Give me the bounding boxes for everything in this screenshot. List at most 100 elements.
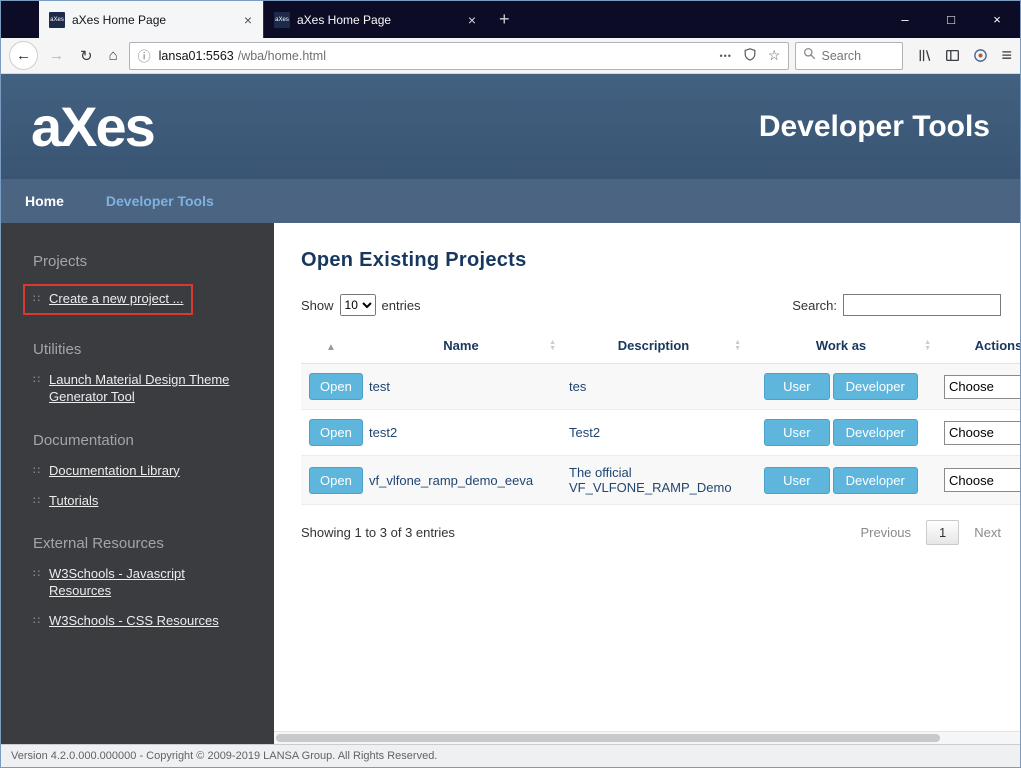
app-header: aXes Developer Tools <box>1 74 1020 179</box>
work-as-developer-button[interactable]: Developer <box>833 467 918 494</box>
table-row: Open test2 Test2 UserDeveloper Choose <box>301 410 1020 456</box>
sort-icons: ▲▼ <box>549 340 556 352</box>
table-controls: Show 10 entries Search: <box>301 294 1001 316</box>
sidebar-item-tutorials[interactable]: ∷ Tutorials <box>33 493 98 510</box>
next-page-button[interactable]: Next <box>974 525 1001 540</box>
grip-dots-icon: ∷ <box>33 566 40 582</box>
axes-logo: aXes <box>31 94 154 159</box>
sidebar-item-create-project[interactable]: ∷ Create a new project ... <box>23 284 193 315</box>
sidebars-icon[interactable] <box>945 48 960 63</box>
home-button[interactable]: ⌂ <box>104 47 123 64</box>
column-label: Description <box>618 338 690 353</box>
column-label: Actions <box>975 338 1020 353</box>
browser-tab-active[interactable]: aXes aXes Home Page × <box>39 1 263 38</box>
pagination: Previous 1 Next <box>860 520 1001 545</box>
project-name-cell: test2 <box>361 410 561 456</box>
menu-icon[interactable]: ≡ <box>1001 45 1012 66</box>
sidebar-link[interactable]: Launch Material Design Theme Generator T… <box>49 372 234 406</box>
scrollbar-thumb[interactable] <box>276 734 940 742</box>
previous-page-button[interactable]: Previous <box>860 525 911 540</box>
sidebar-item-w3schools-css[interactable]: ∷ W3Schools - CSS Resources <box>33 613 219 630</box>
open-button[interactable]: Open <box>309 467 363 494</box>
back-icon: ← <box>16 47 31 64</box>
sort-icons: ▲▼ <box>734 340 741 352</box>
url-bar[interactable]: ⓘ lansa01:5563/wba/home.html ••• ☆ <box>129 42 790 70</box>
browser-tab-inactive[interactable]: aXes aXes Home Page × <box>263 1 487 38</box>
column-label: Work as <box>816 338 866 353</box>
sidebar-link[interactable]: W3Schools - CSS Resources <box>49 613 219 630</box>
column-header-name[interactable]: Name ▲▼ <box>361 328 561 364</box>
extension-icon[interactable] <box>973 48 988 63</box>
grip-dots-icon: ∷ <box>33 493 40 509</box>
sidebar-link[interactable]: Tutorials <box>49 493 98 510</box>
actions-select[interactable]: Choose <box>944 468 1020 492</box>
browser-window: aXes aXes Home Page × aXes aXes Home Pag… <box>0 0 1021 768</box>
column-header-description[interactable]: Description ▲▼ <box>561 328 746 364</box>
library-icon[interactable] <box>917 48 932 63</box>
page-body: Projects ∷ Create a new project ... Util… <box>1 223 1020 744</box>
window-controls: – □ × <box>882 1 1020 38</box>
work-as-user-button[interactable]: User <box>764 467 829 494</box>
column-header-work-as[interactable]: Work as ▲▼ <box>746 328 936 364</box>
close-button[interactable]: × <box>974 1 1020 38</box>
search-box[interactable] <box>795 42 903 70</box>
horizontal-scrollbar[interactable] <box>274 731 1020 744</box>
entries-label: entries <box>382 298 421 313</box>
sidebar-link[interactable]: W3Schools - Javascript Resources <box>49 566 234 600</box>
page-actions-icon[interactable]: ••• <box>719 51 731 61</box>
minimize-button[interactable]: – <box>882 1 928 38</box>
sidebar-item-w3schools-js[interactable]: ∷ W3Schools - Javascript Resources <box>33 566 234 600</box>
sidebar-link[interactable]: Documentation Library <box>49 463 180 480</box>
column-label: Name <box>443 338 478 353</box>
project-name-cell: test <box>361 364 561 410</box>
page-actions: ••• ☆ <box>719 47 780 65</box>
title-bar: aXes aXes Home Page × aXes aXes Home Pag… <box>1 1 1020 38</box>
nav-item-home[interactable]: Home <box>25 193 64 209</box>
actions-select[interactable]: Choose <box>944 375 1020 399</box>
table-search-input[interactable] <box>843 294 1001 316</box>
grip-dots-icon: ∷ <box>33 372 40 388</box>
sidebar-section-projects: Projects ∷ Create a new project ... <box>33 253 256 315</box>
new-tab-button[interactable]: + <box>487 5 522 34</box>
open-button[interactable]: Open <box>309 419 363 446</box>
page-size-select[interactable]: 10 <box>340 294 376 316</box>
app-navbar: Home Developer Tools <box>1 179 1020 223</box>
bookmark-star-icon[interactable]: ☆ <box>768 47 781 64</box>
sidebar-link[interactable]: Create a new project ... <box>49 291 183 308</box>
table-search-control: Search: <box>792 294 1001 316</box>
sidebar-section-external-resources: External Resources ∷ W3Schools - Javascr… <box>33 535 256 630</box>
open-button[interactable]: Open <box>309 373 363 400</box>
site-info-icon[interactable]: ⓘ <box>138 46 151 65</box>
nav-item-developer-tools[interactable]: Developer Tools <box>106 193 214 209</box>
actions-select[interactable]: Choose <box>944 421 1020 445</box>
work-as-developer-button[interactable]: Developer <box>833 373 918 400</box>
work-as-developer-button[interactable]: Developer <box>833 419 918 446</box>
table-header-row: ▲ Name ▲▼ Description ▲▼ Work as ▲▼ Acti… <box>301 328 1020 364</box>
sidebar-section-utilities: Utilities ∷ Launch Material Design Theme… <box>33 341 256 406</box>
tab-close-icon[interactable]: × <box>241 12 255 28</box>
section-heading: Documentation <box>33 432 256 449</box>
maximize-button[interactable]: □ <box>928 1 974 38</box>
browser-search-input[interactable] <box>821 49 891 63</box>
column-header-open[interactable]: ▲ <box>301 328 361 364</box>
projects-table: ▲ Name ▲▼ Description ▲▼ Work as ▲▼ Acti… <box>301 328 1020 505</box>
reload-button[interactable]: ↻ <box>75 47 98 65</box>
back-button[interactable]: ← <box>9 41 38 70</box>
main-content: Open Existing Projects Show 10 entries S… <box>274 223 1020 744</box>
sidebar-item-documentation-library[interactable]: ∷ Documentation Library <box>33 463 180 480</box>
current-page-button[interactable]: 1 <box>926 520 959 545</box>
grip-dots-icon: ∷ <box>33 463 40 479</box>
url-path: /wba/home.html <box>238 49 326 63</box>
column-header-actions[interactable]: Actions <box>936 328 1020 364</box>
shield-icon[interactable] <box>743 47 757 65</box>
axes-favicon-icon: aXes <box>49 12 65 28</box>
home-icon: ⌂ <box>109 47 118 64</box>
sidebar-item-material-theme-tool[interactable]: ∷ Launch Material Design Theme Generator… <box>33 372 234 406</box>
forward-button[interactable]: → <box>44 47 69 64</box>
search-icon <box>803 47 816 65</box>
tab-close-icon[interactable]: × <box>465 12 479 28</box>
axes-favicon-icon: aXes <box>274 12 290 28</box>
version-copyright-text: Version 4.2.0.000.000000 - Copyright © 2… <box>11 750 437 762</box>
work-as-user-button[interactable]: User <box>764 373 829 400</box>
work-as-user-button[interactable]: User <box>764 419 829 446</box>
